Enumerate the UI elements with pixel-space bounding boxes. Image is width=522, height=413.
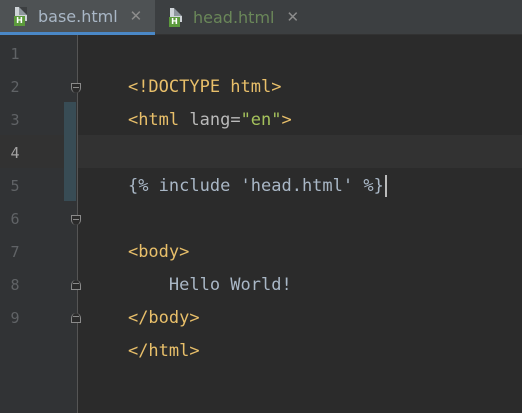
attribute-token: lang= [189, 110, 241, 130]
code-line[interactable] [87, 104, 128, 137]
code-line[interactable]: Hello World! [87, 236, 292, 295]
code-line[interactable]: </body> [87, 269, 200, 328]
ide-window: H base.html ✕ H head.html ✕ 1 2 3 4 5 6 … [0, 0, 522, 413]
line-number: 2 [10, 78, 20, 96]
template-tag-token: {% include 'head.html' %} [127, 176, 384, 196]
code-line[interactable]: <!DOCTYPE html> [87, 38, 282, 97]
line-number: 9 [10, 309, 20, 327]
fold-toggle-icon[interactable] [71, 280, 81, 290]
line-number: 3 [10, 111, 20, 129]
close-icon[interactable]: ✕ [130, 8, 143, 24]
fold-toggle-icon[interactable] [71, 83, 81, 93]
string-token: "en" [240, 110, 282, 130]
line-number: 5 [10, 177, 20, 195]
fold-toggle-icon[interactable] [71, 215, 81, 225]
text-caret [384, 175, 387, 197]
line-number: 4 [10, 144, 20, 162]
code-line[interactable]: </html> [87, 302, 200, 361]
tag-token: > [281, 110, 292, 130]
tab-head-html[interactable]: H head.html ✕ [155, 0, 305, 35]
line-number: 7 [10, 243, 20, 261]
line-number: 6 [10, 210, 20, 228]
code-line[interactable]: <html lang="en"> [87, 71, 292, 130]
code-line[interactable] [87, 170, 128, 203]
fold-toggle-icon[interactable] [71, 313, 81, 323]
tab-base-html[interactable]: H base.html ✕ [0, 0, 155, 35]
code-line-current[interactable]: {% include 'head.html' %} [87, 137, 387, 197]
html-file-icon: H [14, 6, 30, 26]
tag-token: </html> [127, 341, 200, 361]
tag-token: <html [127, 110, 190, 130]
line-number: 8 [10, 276, 20, 294]
vcs-change-marker[interactable] [64, 102, 76, 201]
tab-label: base.html [38, 6, 118, 26]
editor-tab-bar: H base.html ✕ H head.html ✕ [0, 0, 522, 35]
line-number: 1 [10, 45, 20, 63]
html-file-icon: H [169, 8, 185, 27]
code-line[interactable]: <body> [87, 203, 189, 262]
close-icon[interactable]: ✕ [286, 10, 299, 25]
tab-label: head.html [193, 8, 275, 27]
